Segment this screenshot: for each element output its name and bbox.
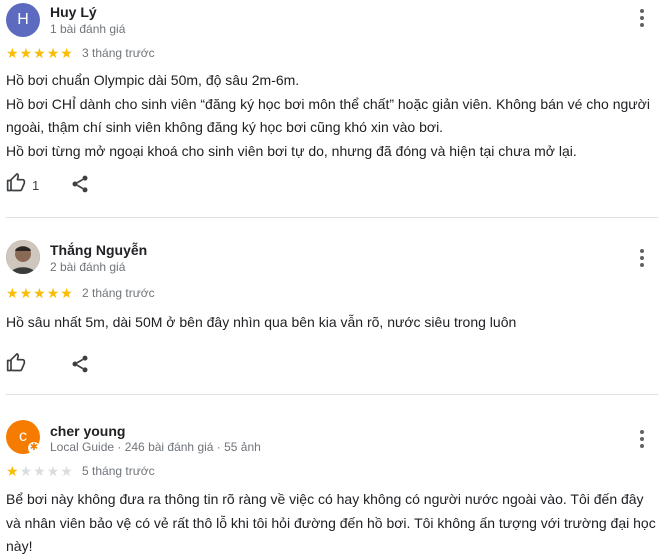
star-icon: ★ <box>19 285 33 301</box>
star-icon: ★ <box>6 45 19 61</box>
like-button[interactable] <box>6 353 28 375</box>
star-icon: ★ <box>19 463 33 479</box>
review-card: Thắng Nguyễn 2 bài đánh giá ★ ★ ★ ★ ★ 2 thán… <box>0 232 663 395</box>
more-options-icon[interactable] <box>630 246 654 270</box>
star-icon: ★ <box>60 45 73 61</box>
star-rating: ★ ★ ★ ★ ★ <box>6 286 73 300</box>
local-guide-badge: ✱ <box>28 442 40 454</box>
review-text: Bể bơi này không đưa ra thông tin rõ ràn… <box>6 488 656 559</box>
review-paragraph: Bể bơi này không đưa ra thông tin rõ ràn… <box>6 491 656 554</box>
divider <box>6 217 658 218</box>
review-text: Hồ sâu nhất 5m, dài 50M ở bên đây nhìn q… <box>6 311 656 335</box>
review-time: 5 tháng trước <box>82 464 155 478</box>
review-paragraph: Hồ sâu nhất 5m, dài 50M ở bên đây nhìn q… <box>6 314 517 330</box>
star-icon: ★ <box>33 45 46 61</box>
star-icon: ★ <box>60 285 73 301</box>
avatar[interactable] <box>6 240 40 274</box>
divider <box>6 394 658 395</box>
reviewer-name[interactable]: cher young <box>50 423 125 439</box>
star-icon: ★ <box>6 463 19 479</box>
reviewer-meta: 2 bài đánh giá <box>50 260 126 274</box>
thumbs-up-icon <box>6 173 26 192</box>
like-button[interactable] <box>6 173 28 195</box>
review-text: Hồ bơi chuẩn Olympic dài 50m, độ sâu 2m-… <box>6 69 656 163</box>
star-icon: ★ <box>46 463 60 479</box>
star-icon: ★ <box>6 285 19 301</box>
reviewer-meta: Local Guide · 246 bài đánh giá · 55 ảnh <box>50 440 261 454</box>
star-rating: ★ ★ ★ ★ ★ <box>6 464 73 478</box>
thumbs-up-icon <box>6 353 26 372</box>
like-count: 1 <box>32 178 40 193</box>
review-paragraph: Hồ bơi CHỈ dành cho sinh viên “đăng ký h… <box>6 95 650 136</box>
reviewer-name[interactable]: Thắng Nguyễn <box>50 242 147 258</box>
review-card: c ✱ cher young Local Guide · 246 bài đán… <box>0 410 663 554</box>
star-icon: ★ <box>33 285 46 301</box>
review-paragraph: Hồ bơi từng mở ngoại khoá cho sinh viên … <box>6 142 577 159</box>
avatar-letter: H <box>17 11 29 28</box>
share-icon <box>72 175 88 193</box>
star-icon: ★ <box>46 285 60 301</box>
star-icon: ★ <box>33 463 46 479</box>
star-icon: ★ <box>19 45 33 61</box>
share-button[interactable] <box>70 354 92 376</box>
share-icon <box>72 355 88 373</box>
avatar[interactable]: H <box>6 3 40 37</box>
star-icon: ★ <box>46 45 60 61</box>
review-paragraph: Hồ bơi chuẩn Olympic dài 50m, độ sâu 2m-… <box>6 72 300 88</box>
review-card: H Huy Lý 1 bài đánh giá ★ ★ ★ ★ ★ 3 tháng tr… <box>0 0 663 218</box>
reviewer-name[interactable]: Huy Lý <box>50 4 97 20</box>
star-icon: ★ <box>60 463 73 479</box>
avatar-letter: c <box>19 428 27 445</box>
person-photo-icon <box>6 240 40 274</box>
more-options-icon[interactable] <box>630 427 654 451</box>
more-options-icon[interactable] <box>630 6 654 30</box>
review-time: 2 tháng trước <box>82 286 155 300</box>
reviewer-meta: 1 bài đánh giá <box>50 22 126 36</box>
share-button[interactable] <box>70 174 92 196</box>
review-time: 3 tháng trước <box>82 46 155 60</box>
star-rating: ★ ★ ★ ★ ★ <box>6 46 73 60</box>
star-badge-icon: ✱ <box>29 442 39 453</box>
